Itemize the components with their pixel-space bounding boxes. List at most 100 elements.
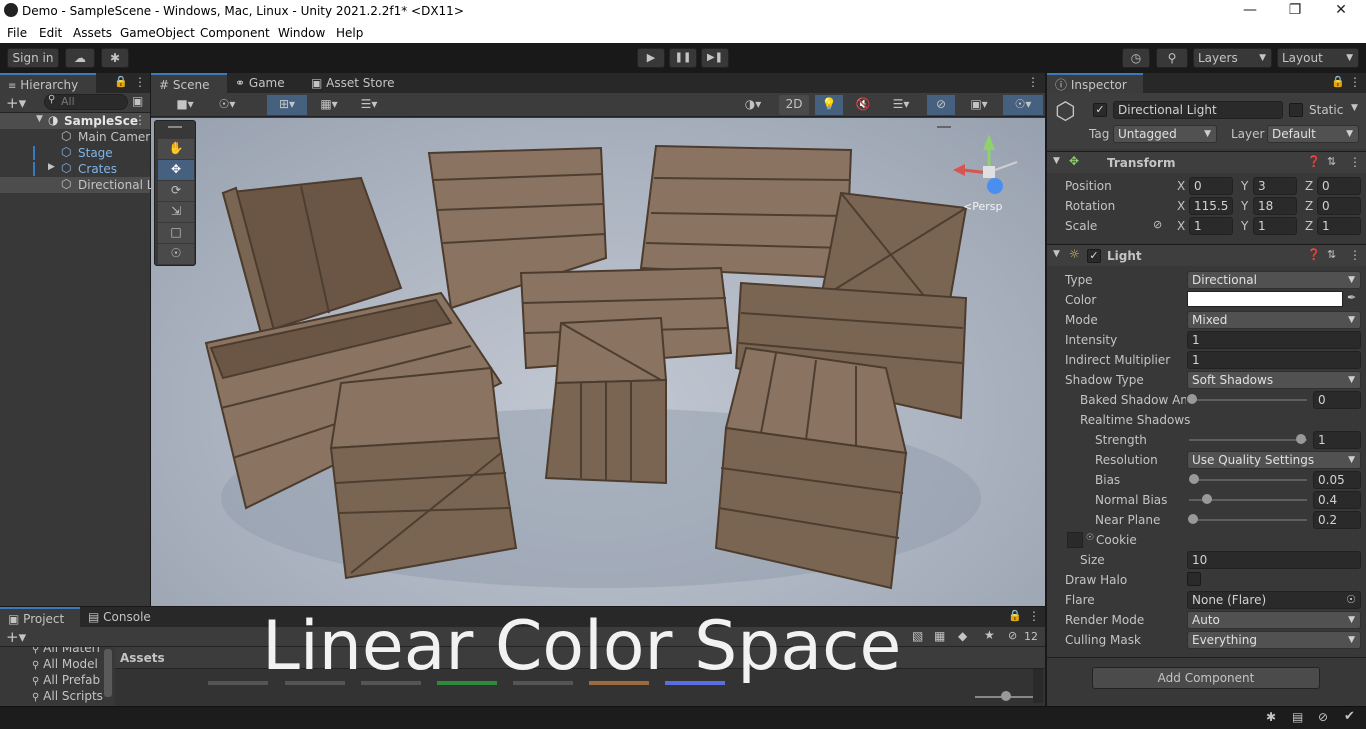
pivot-icon[interactable]: ⊞▾ <box>267 95 307 115</box>
layers-dropdown[interactable]: Layers ▼ <box>1193 48 1272 68</box>
normal-bias-input[interactable]: 0.4 <box>1313 491 1361 509</box>
baked-shadow-slider-track[interactable] <box>1189 399 1307 401</box>
scene-viewport[interactable]: ✋ ✥ ⟳ ⇲ □ ☉ <Persp <box>151 118 1045 606</box>
gizmo-menu-icon[interactable] <box>937 126 951 128</box>
size-input[interactable]: 10 <box>1187 551 1361 569</box>
menu-help[interactable]: Help <box>336 26 363 40</box>
mode-dropdown[interactable]: Mixed ▼ <box>1187 311 1361 329</box>
history-icon[interactable]: ◷ <box>1122 48 1150 68</box>
more-icon[interactable]: ⋮ <box>1027 75 1039 89</box>
gizmos-icon[interactable]: ☉▾ <box>1003 95 1043 115</box>
drag-handle[interactable] <box>168 126 182 128</box>
scene-visibility-icon[interactable]: ⊘ <box>927 95 955 115</box>
close-icon[interactable]: ✕ <box>1318 2 1364 20</box>
rotation-y-input[interactable]: 18 <box>1253 197 1297 215</box>
more-icon[interactable]: ⋮ <box>1349 155 1361 169</box>
more-icon[interactable]: ⋮ <box>134 113 146 127</box>
help-icon[interactable]: ❓ <box>1307 155 1321 168</box>
transform-header[interactable]: ▼ ✥ Transform ❓ ⇅ ⋮ <box>1047 151 1366 173</box>
near-plane-input[interactable]: 0.2 <box>1313 511 1361 529</box>
type-filter-icon[interactable]: ▦ <box>934 629 945 643</box>
help-icon[interactable]: ❓ <box>1307 248 1321 261</box>
object-name-input[interactable]: Directional Light <box>1113 101 1283 119</box>
cookie-slot[interactable] <box>1067 532 1083 548</box>
menu-gameobject[interactable]: GameObject <box>120 26 195 40</box>
more-icon[interactable]: ⋮ <box>1349 248 1361 262</box>
sign-in-button[interactable]: Sign in <box>7 48 59 68</box>
favorite-item[interactable]: ⚲ All Model <box>32 657 98 671</box>
near-plane-slider-track[interactable] <box>1189 519 1307 521</box>
tab-inspector[interactable]: ⓘ Inspector <box>1047 73 1143 93</box>
strength-slider-knob[interactable] <box>1296 434 1306 444</box>
link-scale-icon[interactable]: ⊘ <box>1153 218 1162 231</box>
strength-slider-track[interactable] <box>1189 439 1307 441</box>
menu-edit[interactable]: Edit <box>39 26 62 40</box>
more-icon[interactable]: ⋮ <box>1349 75 1361 89</box>
baked-shadow-input[interactable]: 0 <box>1313 391 1361 409</box>
lock-icon[interactable]: 🔒 <box>1331 75 1345 88</box>
zoom-slider-knob[interactable] <box>1001 691 1011 701</box>
label-icon[interactable]: ◆ <box>958 629 967 643</box>
draw-halo-checkbox[interactable] <box>1187 572 1201 586</box>
scale-y-input[interactable]: 1 <box>1253 217 1297 235</box>
baked-shadow-slider-knob[interactable] <box>1187 394 1197 404</box>
lock-icon[interactable]: 🔒 <box>114 75 128 88</box>
light-enabled-checkbox[interactable]: ✓ <box>1087 249 1101 263</box>
scrollbar[interactable] <box>104 649 112 697</box>
tab-asset-store[interactable]: ▣ Asset Store <box>311 73 421 93</box>
static-checkbox[interactable] <box>1289 103 1303 117</box>
render-mode-dropdown[interactable]: Auto ▼ <box>1187 611 1361 629</box>
more-icon[interactable]: ⋮ <box>1028 609 1040 623</box>
near-plane-slider-knob[interactable] <box>1188 514 1198 524</box>
minimize-icon[interactable]: — <box>1227 2 1273 20</box>
hierarchy-row-main-camera[interactable]: ⬡ Main Camera <box>0 129 158 145</box>
layer-dropdown[interactable]: Default ▼ <box>1267 125 1359 143</box>
tag-dropdown[interactable]: Untagged ▼ <box>1113 125 1217 143</box>
presets-icon[interactable]: ⇅ <box>1327 155 1336 168</box>
bias-input[interactable]: 0.05 <box>1313 471 1361 489</box>
rotation-x-input[interactable]: 115.5 <box>1189 197 1233 215</box>
persp-label[interactable]: <Persp <box>963 200 1002 213</box>
maximize-icon[interactable]: ❐ <box>1272 2 1318 20</box>
search-icon[interactable]: ⚲ <box>1156 48 1188 68</box>
2d-toggle-button[interactable]: 2D <box>779 95 809 115</box>
object-picker-icon[interactable]: ☉ <box>1086 533 1094 543</box>
tab-hierarchy[interactable]: ≡ Hierarchy <box>0 73 96 93</box>
tab-game[interactable]: ⚭ Game <box>235 73 305 93</box>
move-tool-icon[interactable]: ✥ <box>158 160 194 180</box>
assets-breadcrumb-label[interactable]: Assets <box>120 651 165 665</box>
scene-visibility-icon[interactable]: ▣ <box>132 94 143 108</box>
layout-dropdown[interactable]: Layout ▼ <box>1277 48 1359 68</box>
transform-tool-icon[interactable]: ☉ <box>158 244 194 264</box>
add-icon[interactable]: +▾ <box>6 628 26 646</box>
camera-icon[interactable]: ▣▾ <box>961 95 997 115</box>
scale-x-input[interactable]: 1 <box>1189 217 1233 235</box>
hierarchy-row-crates[interactable]: ▶ ⬡ Crates <box>0 161 150 177</box>
auto-generate-lighting-icon[interactable]: ⊘ <box>1318 710 1328 724</box>
light-header[interactable]: ▼ ☼ ✓ Light ❓ ⇅ ⋮ <box>1047 244 1366 266</box>
hidden-packages-icon[interactable]: ⊘ <box>1008 629 1017 642</box>
menu-assets[interactable]: Assets <box>73 26 112 40</box>
active-checkbox[interactable]: ✓ <box>1093 103 1107 117</box>
rotation-z-input[interactable]: 0 <box>1317 197 1361 215</box>
expand-arrow-icon[interactable]: ▼ <box>36 114 43 124</box>
resolution-dropdown[interactable]: Use Quality Settings ▼ <box>1187 451 1361 469</box>
rotate-tool-icon[interactable]: ⟳ <box>158 181 194 201</box>
increment-snap-icon[interactable]: ☰▾ <box>351 95 387 115</box>
menu-component[interactable]: Component <box>200 26 270 40</box>
lock-icon[interactable]: 🔒 <box>1008 609 1022 622</box>
step-button[interactable]: ▶❚ <box>701 48 729 68</box>
asset-thumb[interactable] <box>208 681 268 685</box>
assets-scrollbar[interactable] <box>1033 669 1043 703</box>
position-z-input[interactable]: 0 <box>1317 177 1361 195</box>
type-dropdown[interactable]: Directional ▼ <box>1187 271 1361 289</box>
scale-tool-icon[interactable]: ⇲ <box>158 202 194 222</box>
color-swatch[interactable] <box>1187 291 1343 307</box>
menu-window[interactable]: Window <box>278 26 325 40</box>
shading-mode-icon[interactable]: ◑▾ <box>735 95 771 115</box>
snap-grid-icon[interactable]: ▦▾ <box>311 95 347 115</box>
globe-icon[interactable]: ☉▾ <box>209 95 245 115</box>
play-button[interactable]: ▶ <box>637 48 665 68</box>
add-component-button[interactable]: Add Component <box>1092 667 1320 689</box>
effects-icon[interactable]: ☰▾ <box>883 95 919 115</box>
